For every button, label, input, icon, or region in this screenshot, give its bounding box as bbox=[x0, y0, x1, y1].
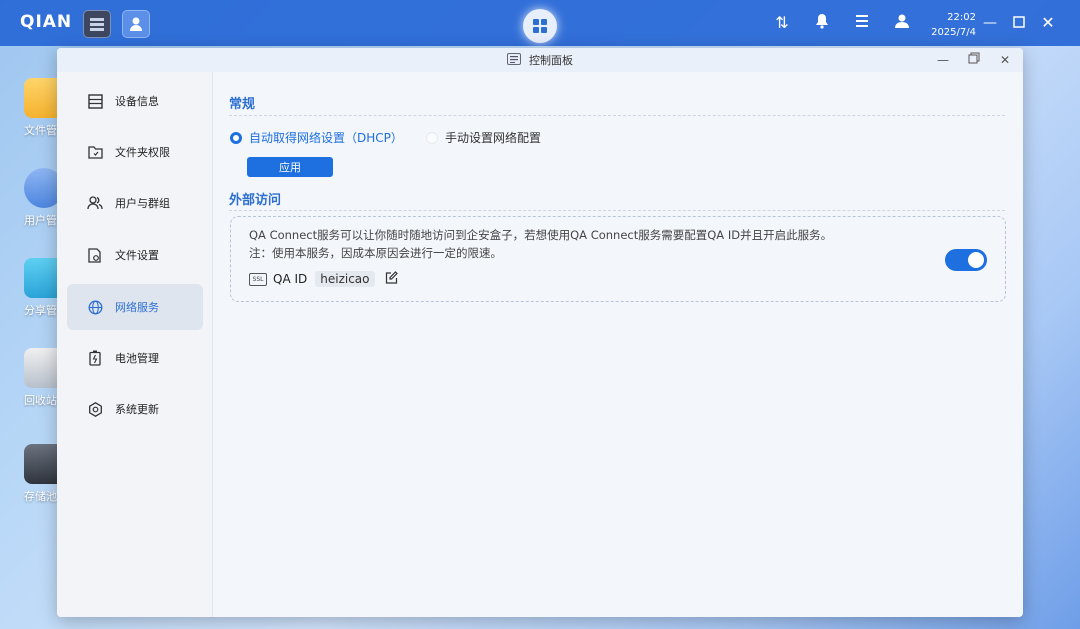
brand-logo: QIAN bbox=[20, 12, 73, 32]
window-close-icon[interactable]: ✕ bbox=[995, 50, 1015, 70]
clock: 22:02 2025/7/4 bbox=[928, 10, 976, 40]
sidebar-item-label: 电池管理 bbox=[115, 352, 159, 365]
toggle-knob bbox=[968, 252, 984, 268]
window-title: 控制面板 bbox=[507, 52, 573, 68]
external-section-title: 外部访问 bbox=[229, 193, 282, 208]
qa-id-value: heizicao bbox=[315, 271, 375, 287]
bell-icon[interactable] bbox=[812, 13, 832, 33]
service-description: QA Connect服务可以让你随时随地访问到企安盒子，若想使用QA Conne… bbox=[249, 228, 833, 242]
sidebar-item-device-info[interactable]: 设备信息 bbox=[67, 78, 203, 124]
clock-time: 22:02 bbox=[947, 12, 976, 23]
section-divider bbox=[229, 210, 1005, 211]
manual-radio[interactable]: 手动设置网络配置 bbox=[426, 129, 541, 146]
window-title-text: 控制面板 bbox=[529, 54, 573, 67]
dhcp-radio-label: 自动取得网络设置（DHCP） bbox=[249, 131, 403, 145]
start-menu-icon[interactable] bbox=[523, 9, 557, 43]
menu-list-icon[interactable] bbox=[852, 13, 872, 33]
maximize-icon[interactable] bbox=[1009, 13, 1029, 33]
sidebar-item-label: 系统更新 bbox=[115, 403, 159, 416]
window-titlebar[interactable]: 控制面板 — ✕ bbox=[57, 48, 1023, 72]
qa-id-label: QA ID bbox=[273, 272, 308, 286]
close-icon[interactable]: ✕ bbox=[1038, 13, 1058, 33]
section-divider bbox=[229, 115, 1005, 116]
qa-id-row: SSL QA ID heizicao bbox=[249, 271, 398, 287]
gear-icon bbox=[87, 401, 103, 417]
sidebar-item-label: 用户与群组 bbox=[115, 197, 170, 210]
sidebar-item-file-settings[interactable]: 文件设置 bbox=[67, 232, 203, 278]
qa-connect-toggle[interactable] bbox=[945, 249, 987, 271]
manual-radio-label: 手动设置网络配置 bbox=[445, 131, 542, 145]
window-maximize-icon[interactable] bbox=[964, 50, 984, 70]
external-access-card: QA Connect服务可以让你随时随地访问到企安盒子，若想使用QA Conne… bbox=[230, 216, 1006, 302]
sidebar-item-users-groups[interactable]: 用户与群组 bbox=[67, 180, 203, 226]
sidebar: 设备信息 文件夹权限 用户与群组 文件设置 网络服务 电池管理 系统更新 bbox=[57, 72, 213, 617]
control-panel-window: 控制面板 — ✕ 设备信息 文件夹权限 用户与群组 文件设置 网络服务 电池管理… bbox=[57, 48, 1023, 617]
sidebar-item-battery[interactable]: 电池管理 bbox=[67, 335, 203, 381]
user-icon[interactable] bbox=[892, 13, 912, 33]
taskbar: QIAN ⇅ 22:02 2025/7/4 — ✕ bbox=[0, 0, 1080, 46]
minimize-icon[interactable]: — bbox=[980, 13, 1000, 33]
user-app-icon[interactable] bbox=[122, 10, 150, 38]
file-settings-icon bbox=[87, 247, 103, 263]
rate-limit-note: 注：使用本服务，因成本原因会进行一定的限速。 bbox=[249, 246, 502, 260]
edit-icon[interactable] bbox=[385, 271, 398, 287]
sidebar-item-label: 文件夹权限 bbox=[115, 146, 170, 159]
device-info-icon bbox=[87, 93, 103, 109]
apply-button[interactable]: 应用 bbox=[247, 157, 333, 177]
sidebar-item-label: 文件设置 bbox=[115, 249, 159, 262]
control-panel-icon bbox=[507, 52, 521, 68]
server-app-icon[interactable] bbox=[83, 10, 111, 38]
clock-date: 2025/7/4 bbox=[931, 27, 976, 38]
ssl-icon: SSL bbox=[249, 272, 267, 286]
radio-checked-icon bbox=[230, 131, 242, 144]
battery-icon bbox=[87, 350, 103, 366]
transfer-icon[interactable]: ⇅ bbox=[772, 13, 792, 33]
folder-permission-icon bbox=[87, 144, 103, 160]
dhcp-radio[interactable]: 自动取得网络设置（DHCP） bbox=[230, 129, 403, 146]
globe-icon bbox=[87, 299, 103, 315]
sidebar-item-network-service[interactable]: 网络服务 bbox=[67, 284, 203, 330]
sidebar-item-label: 设备信息 bbox=[115, 95, 159, 108]
window-minimize-icon[interactable]: — bbox=[933, 50, 953, 70]
sidebar-item-system-update[interactable]: 系统更新 bbox=[67, 386, 203, 432]
main-content: 常规 自动取得网络设置（DHCP） 手动设置网络配置 应用 外部访问 QA Co… bbox=[214, 72, 1023, 617]
sidebar-item-label: 网络服务 bbox=[115, 301, 159, 314]
users-group-icon bbox=[87, 195, 103, 211]
sidebar-item-folder-permission[interactable]: 文件夹权限 bbox=[67, 129, 203, 175]
general-section-title: 常规 bbox=[229, 97, 256, 112]
radio-unchecked-icon bbox=[426, 131, 438, 144]
